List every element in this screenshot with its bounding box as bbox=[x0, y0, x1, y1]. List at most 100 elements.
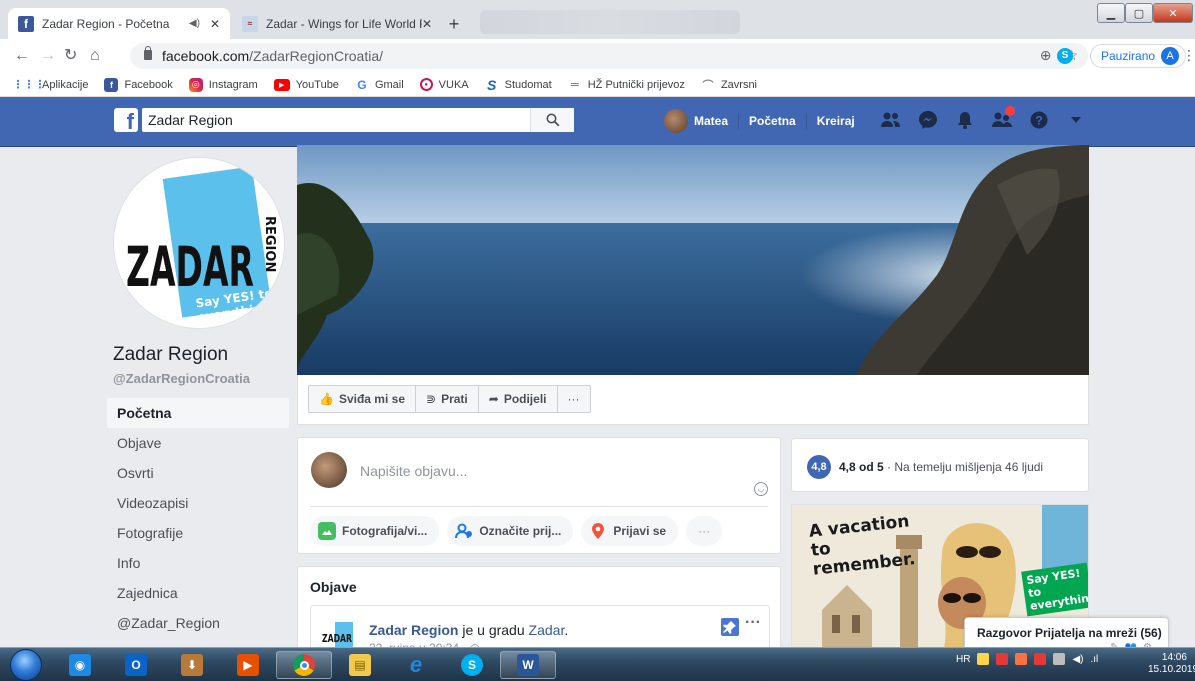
maximize-button[interactable]: ▢ bbox=[1125, 3, 1153, 23]
signal-bars-icon[interactable]: .ıl bbox=[1090, 654, 1098, 665]
check-in-button[interactable]: Prijavi se bbox=[581, 516, 679, 546]
nav-item-username[interactable]: @Zadar_Region bbox=[107, 608, 289, 638]
page-name[interactable]: Zadar Region bbox=[113, 344, 228, 366]
post-author-link[interactable]: Zadar Region bbox=[369, 622, 458, 638]
volume-icon[interactable]: ◀) bbox=[1072, 654, 1083, 665]
taskbar-app-explorer[interactable]: ▤ bbox=[332, 651, 388, 679]
tray-device-icon[interactable] bbox=[1053, 653, 1066, 665]
bookmark-facebook[interactable]: f Facebook bbox=[104, 77, 173, 92]
help-icon[interactable]: ? bbox=[1028, 109, 1050, 131]
user-avatar[interactable] bbox=[664, 109, 688, 133]
bookmark-label: HŽ Putnički prijevoz bbox=[587, 78, 685, 91]
tag-friends-button[interactable]: Označite prij... bbox=[447, 516, 574, 546]
rating-card[interactable]: 4,8 4,8 od 5 · Na temelju mišljenja 46 l… bbox=[791, 438, 1089, 492]
facebook-logo-icon[interactable]: f bbox=[114, 108, 138, 132]
home-link[interactable]: Početna bbox=[749, 114, 796, 128]
home-icon[interactable]: ⌂ bbox=[90, 47, 100, 65]
more-actions-button[interactable]: ··· bbox=[556, 385, 591, 413]
taskbar-app-outlook[interactable]: O bbox=[108, 651, 164, 679]
close-window-button[interactable]: ✕ bbox=[1153, 3, 1193, 23]
more-composer-button[interactable]: ··· bbox=[686, 516, 723, 546]
friend-requests-icon[interactable] bbox=[880, 109, 902, 131]
windows-start-button[interactable] bbox=[10, 649, 42, 681]
zoom-icon[interactable]: ⊕ bbox=[1040, 47, 1052, 64]
taskbar-clock[interactable]: 14:06 15.10.2019. bbox=[1148, 652, 1195, 676]
rating-score-text: 4,8 od 5 bbox=[839, 460, 884, 474]
new-tab-button[interactable]: + bbox=[444, 15, 464, 35]
post-place-link[interactable]: Zadar bbox=[529, 622, 565, 638]
nav-item-posts[interactable]: Objave bbox=[107, 428, 289, 458]
taskbar-app-chrome[interactable] bbox=[276, 651, 332, 679]
share-button[interactable]: ➦ Podijeli bbox=[477, 385, 558, 413]
emoji-icon[interactable]: ◡ bbox=[754, 482, 768, 496]
blurred-window-title bbox=[480, 10, 740, 34]
speaker-icon[interactable]: ◀) bbox=[189, 18, 200, 29]
tray-security-icon[interactable] bbox=[996, 653, 1009, 665]
account-menu-arrow-icon[interactable] bbox=[1065, 109, 1087, 131]
tray-alert-icon[interactable] bbox=[1034, 653, 1047, 665]
bookmark-label: VUKA bbox=[438, 78, 469, 91]
search-input[interactable] bbox=[142, 108, 528, 132]
bookmark-zavrsni[interactable]: ⌒ Zavrsni bbox=[701, 78, 757, 92]
taskbar-app-skype[interactable]: S bbox=[444, 651, 500, 679]
quick-help-people-icon[interactable] bbox=[991, 106, 1015, 131]
bookmark-apps[interactable]: ⋮⋮⋮ Aplikacije bbox=[13, 78, 89, 92]
photo-video-button[interactable]: Fotografija/vi... bbox=[310, 516, 440, 546]
skype-extension-icon[interactable]: S bbox=[1057, 48, 1073, 64]
logo-region-text: REGION bbox=[262, 216, 277, 272]
bookmark-label: YouTube bbox=[295, 78, 339, 91]
taskbar-app-media[interactable]: ▶ bbox=[220, 651, 276, 679]
nav-item-videos[interactable]: Videozapisi bbox=[107, 488, 289, 518]
messenger-icon[interactable] bbox=[917, 109, 939, 131]
search-button[interactable] bbox=[530, 108, 574, 132]
bookmark-studomat[interactable]: S Studomat bbox=[485, 77, 552, 93]
nav-item-community[interactable]: Zajednica bbox=[107, 578, 289, 608]
bookmark-youtube[interactable]: ▶ YouTube bbox=[273, 78, 339, 91]
create-link[interactable]: Kreiraj bbox=[817, 114, 855, 128]
page-handle[interactable]: @ZadarRegionCroatia bbox=[113, 371, 250, 386]
minimize-button[interactable]: ▁ bbox=[1097, 3, 1125, 23]
bookmark-vuka[interactable]: ● VUKA bbox=[419, 78, 469, 91]
nav-item-home[interactable]: Početna bbox=[107, 398, 289, 428]
like-page-button[interactable]: 👍 Sviđa mi se bbox=[308, 385, 416, 413]
outlook-icon: O bbox=[125, 654, 147, 676]
chat-bar[interactable]: Razgovor Prijatelja na mreži (56) ✎ 👥 ⚙ bbox=[964, 617, 1169, 653]
close-tab-icon[interactable]: ✕ bbox=[210, 17, 220, 31]
notifications-bell-icon[interactable] bbox=[954, 109, 976, 131]
back-arrow-icon[interactable]: ← bbox=[14, 47, 30, 65]
nav-item-info[interactable]: Info bbox=[107, 548, 289, 578]
language-indicator[interactable]: HR bbox=[956, 654, 970, 665]
chrome-menu-icon[interactable]: ⋮ bbox=[1182, 47, 1195, 64]
composer-input[interactable]: Napišite objavu... bbox=[360, 463, 467, 479]
reload-icon[interactable]: ↻ bbox=[64, 47, 77, 65]
rss-icon: ⋑ bbox=[426, 392, 437, 406]
tray-network-warning-icon[interactable] bbox=[1015, 653, 1028, 665]
tab-zadar-region[interactable]: f Zadar Region - Početna ◀) ✕ bbox=[8, 8, 230, 39]
bookmark-label: Facebook bbox=[124, 78, 173, 91]
bookmark-hz[interactable]: ═ HŽ Putnički prijevoz bbox=[568, 78, 685, 92]
facebook-favicon-icon: f bbox=[18, 15, 34, 32]
profile-button[interactable]: Pauzirano A bbox=[1090, 44, 1187, 68]
user-avatar bbox=[311, 452, 347, 488]
bookmark-gmail[interactable]: G Gmail bbox=[355, 78, 403, 92]
bookmark-instagram[interactable]: ◎ Instagram bbox=[188, 77, 258, 92]
cover-photo[interactable] bbox=[297, 145, 1089, 375]
tab-wings-for-life[interactable]: ≈ Zadar - Wings for Life World Run ✕ bbox=[232, 8, 442, 39]
author-logo[interactable]: ZADAR bbox=[321, 620, 357, 650]
taskbar-app-installer[interactable]: ⬇ bbox=[164, 651, 220, 679]
close-tab-icon[interactable]: ✕ bbox=[422, 17, 432, 31]
follow-button[interactable]: ⋑ Prati bbox=[415, 385, 479, 413]
address-bar[interactable]: facebook.com/ZadarRegionCroatia/ ⊕ ☆ bbox=[130, 43, 1088, 69]
nav-item-photos[interactable]: Fotografije bbox=[107, 518, 289, 548]
taskbar-app-ie[interactable]: e bbox=[388, 651, 444, 679]
post-options-icon[interactable]: ··· bbox=[745, 614, 761, 632]
taskbar-app-word[interactable]: W bbox=[500, 651, 556, 679]
nav-item-reviews[interactable]: Osvrti bbox=[107, 458, 289, 488]
facebook-header: f Matea Početna Kreiraj ? bbox=[0, 97, 1195, 147]
forward-arrow-icon[interactable]: → bbox=[40, 47, 56, 65]
profile-link[interactable]: Matea bbox=[694, 114, 728, 128]
taskbar-app-camera[interactable]: ◉ bbox=[52, 651, 108, 679]
page-profile-picture[interactable]: ZADAR REGION Say YES! to everything bbox=[113, 157, 285, 329]
tray-app-icon[interactable] bbox=[977, 653, 990, 665]
url-text[interactable]: facebook.com/ZadarRegionCroatia/ bbox=[162, 48, 383, 64]
